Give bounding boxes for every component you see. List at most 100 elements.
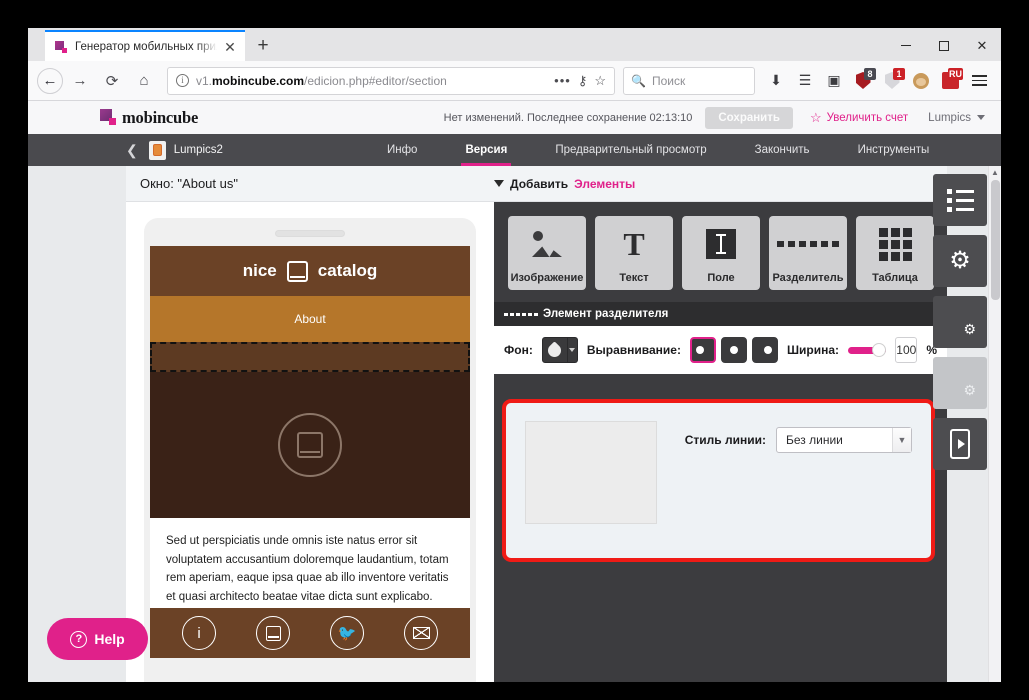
browser-toolbar: ← → ⟳ ⌂ i v1.mobincube.com/edicion.php#e…	[28, 61, 1001, 101]
phone-preview-icon[interactable]	[933, 418, 987, 470]
upgrade-account-link[interactable]: ☆ Увеличить счет	[810, 110, 908, 126]
line-style-row: Стиль линии: Без линии ▼	[685, 421, 912, 453]
chevron-down-icon[interactable]	[567, 337, 578, 363]
help-button[interactable]: ? Help	[47, 618, 148, 660]
alignment-group	[689, 337, 778, 363]
site-info-icon[interactable]: i	[176, 74, 189, 87]
paint-bucket-icon	[541, 337, 568, 363]
ublock-badge: 8	[864, 67, 876, 80]
add-elements-button[interactable]: Добавить Элементы	[494, 177, 635, 191]
save-button[interactable]: Сохранить	[705, 106, 793, 129]
separator-preview	[525, 421, 657, 524]
forward-button[interactable]: →	[65, 66, 95, 96]
list-settings-icon[interactable]	[933, 174, 987, 226]
browser-menu-button[interactable]	[966, 67, 992, 95]
project-icon	[148, 140, 166, 160]
triangle-down-icon	[494, 180, 504, 187]
add-field-button[interactable]: Поле	[682, 216, 760, 290]
add-text-button[interactable]: T Текст	[595, 216, 673, 290]
nav-item-version[interactable]: Версия	[441, 134, 531, 166]
app-footer-bar: i 🐦	[150, 608, 470, 658]
project-name: Lumpics2	[173, 144, 223, 156]
table-settings-icon[interactable]: ⚙	[933, 357, 987, 409]
gears-settings-icon[interactable]: ⚙	[933, 235, 987, 287]
width-slider[interactable]	[848, 343, 887, 357]
width-input[interactable]: 100	[895, 337, 918, 363]
page-settings-icon[interactable]: ⚙	[933, 296, 987, 348]
minimize-button[interactable]	[887, 30, 925, 61]
help-label: Help	[94, 631, 125, 647]
adguard-icon[interactable]: 1	[879, 67, 905, 95]
scrollbar-thumb[interactable]	[991, 180, 1000, 300]
page-content: mobincube Нет изменений. Последнее сохра…	[28, 101, 1001, 682]
twitter-icon[interactable]: 🐦	[330, 616, 364, 650]
nav-item-info[interactable]: Инфо	[363, 134, 441, 166]
page-scrollbar[interactable]: ▲	[988, 166, 1001, 682]
mobincube-logo[interactable]: mobincube	[100, 108, 198, 128]
nav-back-icon[interactable]: ❮	[126, 142, 138, 159]
downloads-icon[interactable]: ⬇	[763, 67, 789, 95]
section-title: Элемент разделителя	[543, 308, 669, 320]
book-icon[interactable]	[256, 616, 290, 650]
home-button[interactable]: ⌂	[129, 66, 159, 96]
account-menu[interactable]: Lumpics	[928, 112, 985, 124]
close-window-button[interactable]: ✕	[963, 30, 1001, 61]
selected-separator-element[interactable]	[150, 342, 470, 372]
ru-extension-icon[interactable]: RU	[937, 67, 963, 95]
add-table-button[interactable]: Таблица	[856, 216, 934, 290]
image-icon	[508, 216, 586, 272]
info-icon[interactable]: i	[182, 616, 216, 650]
line-style-select[interactable]: Без линии ▼	[776, 427, 912, 453]
add-label: Добавить	[510, 176, 569, 191]
browser-tab[interactable]: Генератор мобильных прило ✕	[45, 30, 245, 61]
palette-label: Разделитель	[772, 272, 844, 284]
align-left-button[interactable]	[689, 337, 716, 363]
maximize-button[interactable]	[925, 30, 963, 61]
palette-label: Изображение	[510, 272, 584, 284]
nav-item-finish[interactable]: Закончить	[731, 134, 834, 166]
mail-icon[interactable]	[404, 616, 438, 650]
elements-label: Элементы	[574, 176, 636, 191]
book-circle-icon	[278, 413, 342, 477]
slider-thumb[interactable]	[872, 343, 887, 357]
close-tab-icon[interactable]: ✕	[223, 40, 237, 54]
logo-mark-icon	[100, 109, 117, 126]
add-separator-button[interactable]: Разделитель	[769, 216, 847, 290]
monkey-extension-icon[interactable]	[908, 67, 934, 95]
back-button[interactable]: ←	[37, 67, 63, 94]
address-bar[interactable]: i v1.mobincube.com/edicion.php#editor/se…	[167, 66, 615, 95]
page-gear-glyph: ⚙	[963, 321, 976, 337]
app-nav-bar: ❮ Lumpics2 Инфо Версия Предварительный п…	[28, 134, 1001, 166]
element-palette: Изображение T Текст Поле Разделитель Таб…	[494, 202, 947, 302]
ru-badge: RU	[948, 67, 963, 80]
page-actions-icon[interactable]: •••	[554, 73, 571, 88]
ublock-icon[interactable]: 8	[850, 67, 876, 95]
line-style-panel-highlight: Стиль линии: Без линии ▼	[502, 399, 935, 562]
nav-item-preview[interactable]: Предварительный просмотр	[531, 134, 730, 166]
nav-item-tools[interactable]: Инструменты	[834, 134, 954, 166]
phone-mockup: nice catalog About Sed ut perspiciatis u…	[144, 218, 476, 682]
library-icon[interactable]: ☰	[792, 67, 818, 95]
new-tab-button[interactable]: +	[245, 30, 281, 61]
app-subtitle: About	[150, 296, 470, 342]
nav-menu: Инфо Версия Предварительный просмотр Зак…	[363, 134, 953, 166]
align-center-button[interactable]	[720, 337, 747, 363]
background-label: Фон:	[504, 343, 533, 357]
add-image-button[interactable]: Изображение	[508, 216, 586, 290]
search-bar[interactable]: 🔍 Поиск	[623, 66, 755, 95]
table-gear-glyph: ⚙	[963, 382, 976, 398]
scroll-up-arrow[interactable]: ▲	[989, 166, 1001, 179]
toolbar-extensions: ⬇ ☰ ▣ 8 1 RU	[763, 67, 992, 95]
elements-panel: Изображение T Текст Поле Разделитель Таб…	[494, 202, 947, 682]
chevron-down-icon[interactable]: ▼	[892, 428, 911, 452]
tab-title: Генератор мобильных прило	[75, 40, 217, 53]
reload-button[interactable]: ⟳	[97, 66, 127, 96]
align-right-button[interactable]	[751, 337, 778, 363]
bookmark-star-icon[interactable]: ☆	[594, 73, 606, 89]
tabstrip-spacer	[28, 28, 45, 61]
reader-mode-icon[interactable]: ⚷	[578, 73, 588, 89]
sidebar-icon[interactable]: ▣	[821, 67, 847, 95]
mobincube-favicon	[55, 40, 69, 54]
background-color-picker[interactable]	[541, 337, 578, 363]
phone-preview-pane: nice catalog About Sed ut perspiciatis u…	[126, 202, 494, 682]
